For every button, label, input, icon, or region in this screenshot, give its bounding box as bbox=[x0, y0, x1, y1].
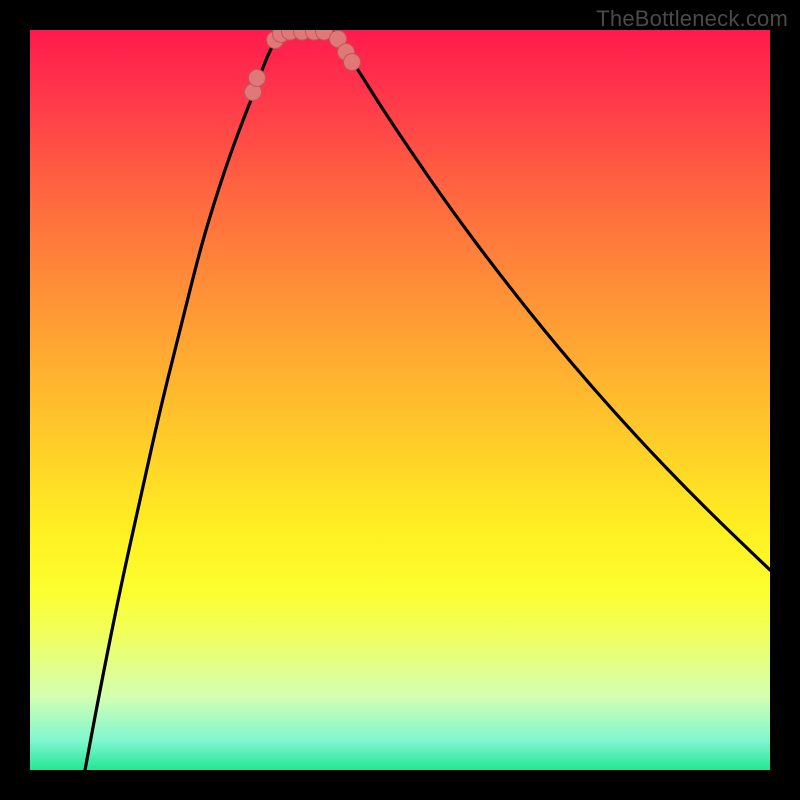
right-curve bbox=[330, 30, 770, 570]
data-marker bbox=[249, 70, 266, 87]
plot-area bbox=[30, 30, 770, 770]
left-curve bbox=[85, 30, 285, 770]
watermark-text: TheBottleneck.com bbox=[596, 6, 788, 32]
data-markers bbox=[245, 30, 361, 101]
chart-frame: TheBottleneck.com bbox=[0, 0, 800, 800]
data-marker bbox=[344, 54, 361, 71]
curve-svg bbox=[30, 30, 770, 770]
